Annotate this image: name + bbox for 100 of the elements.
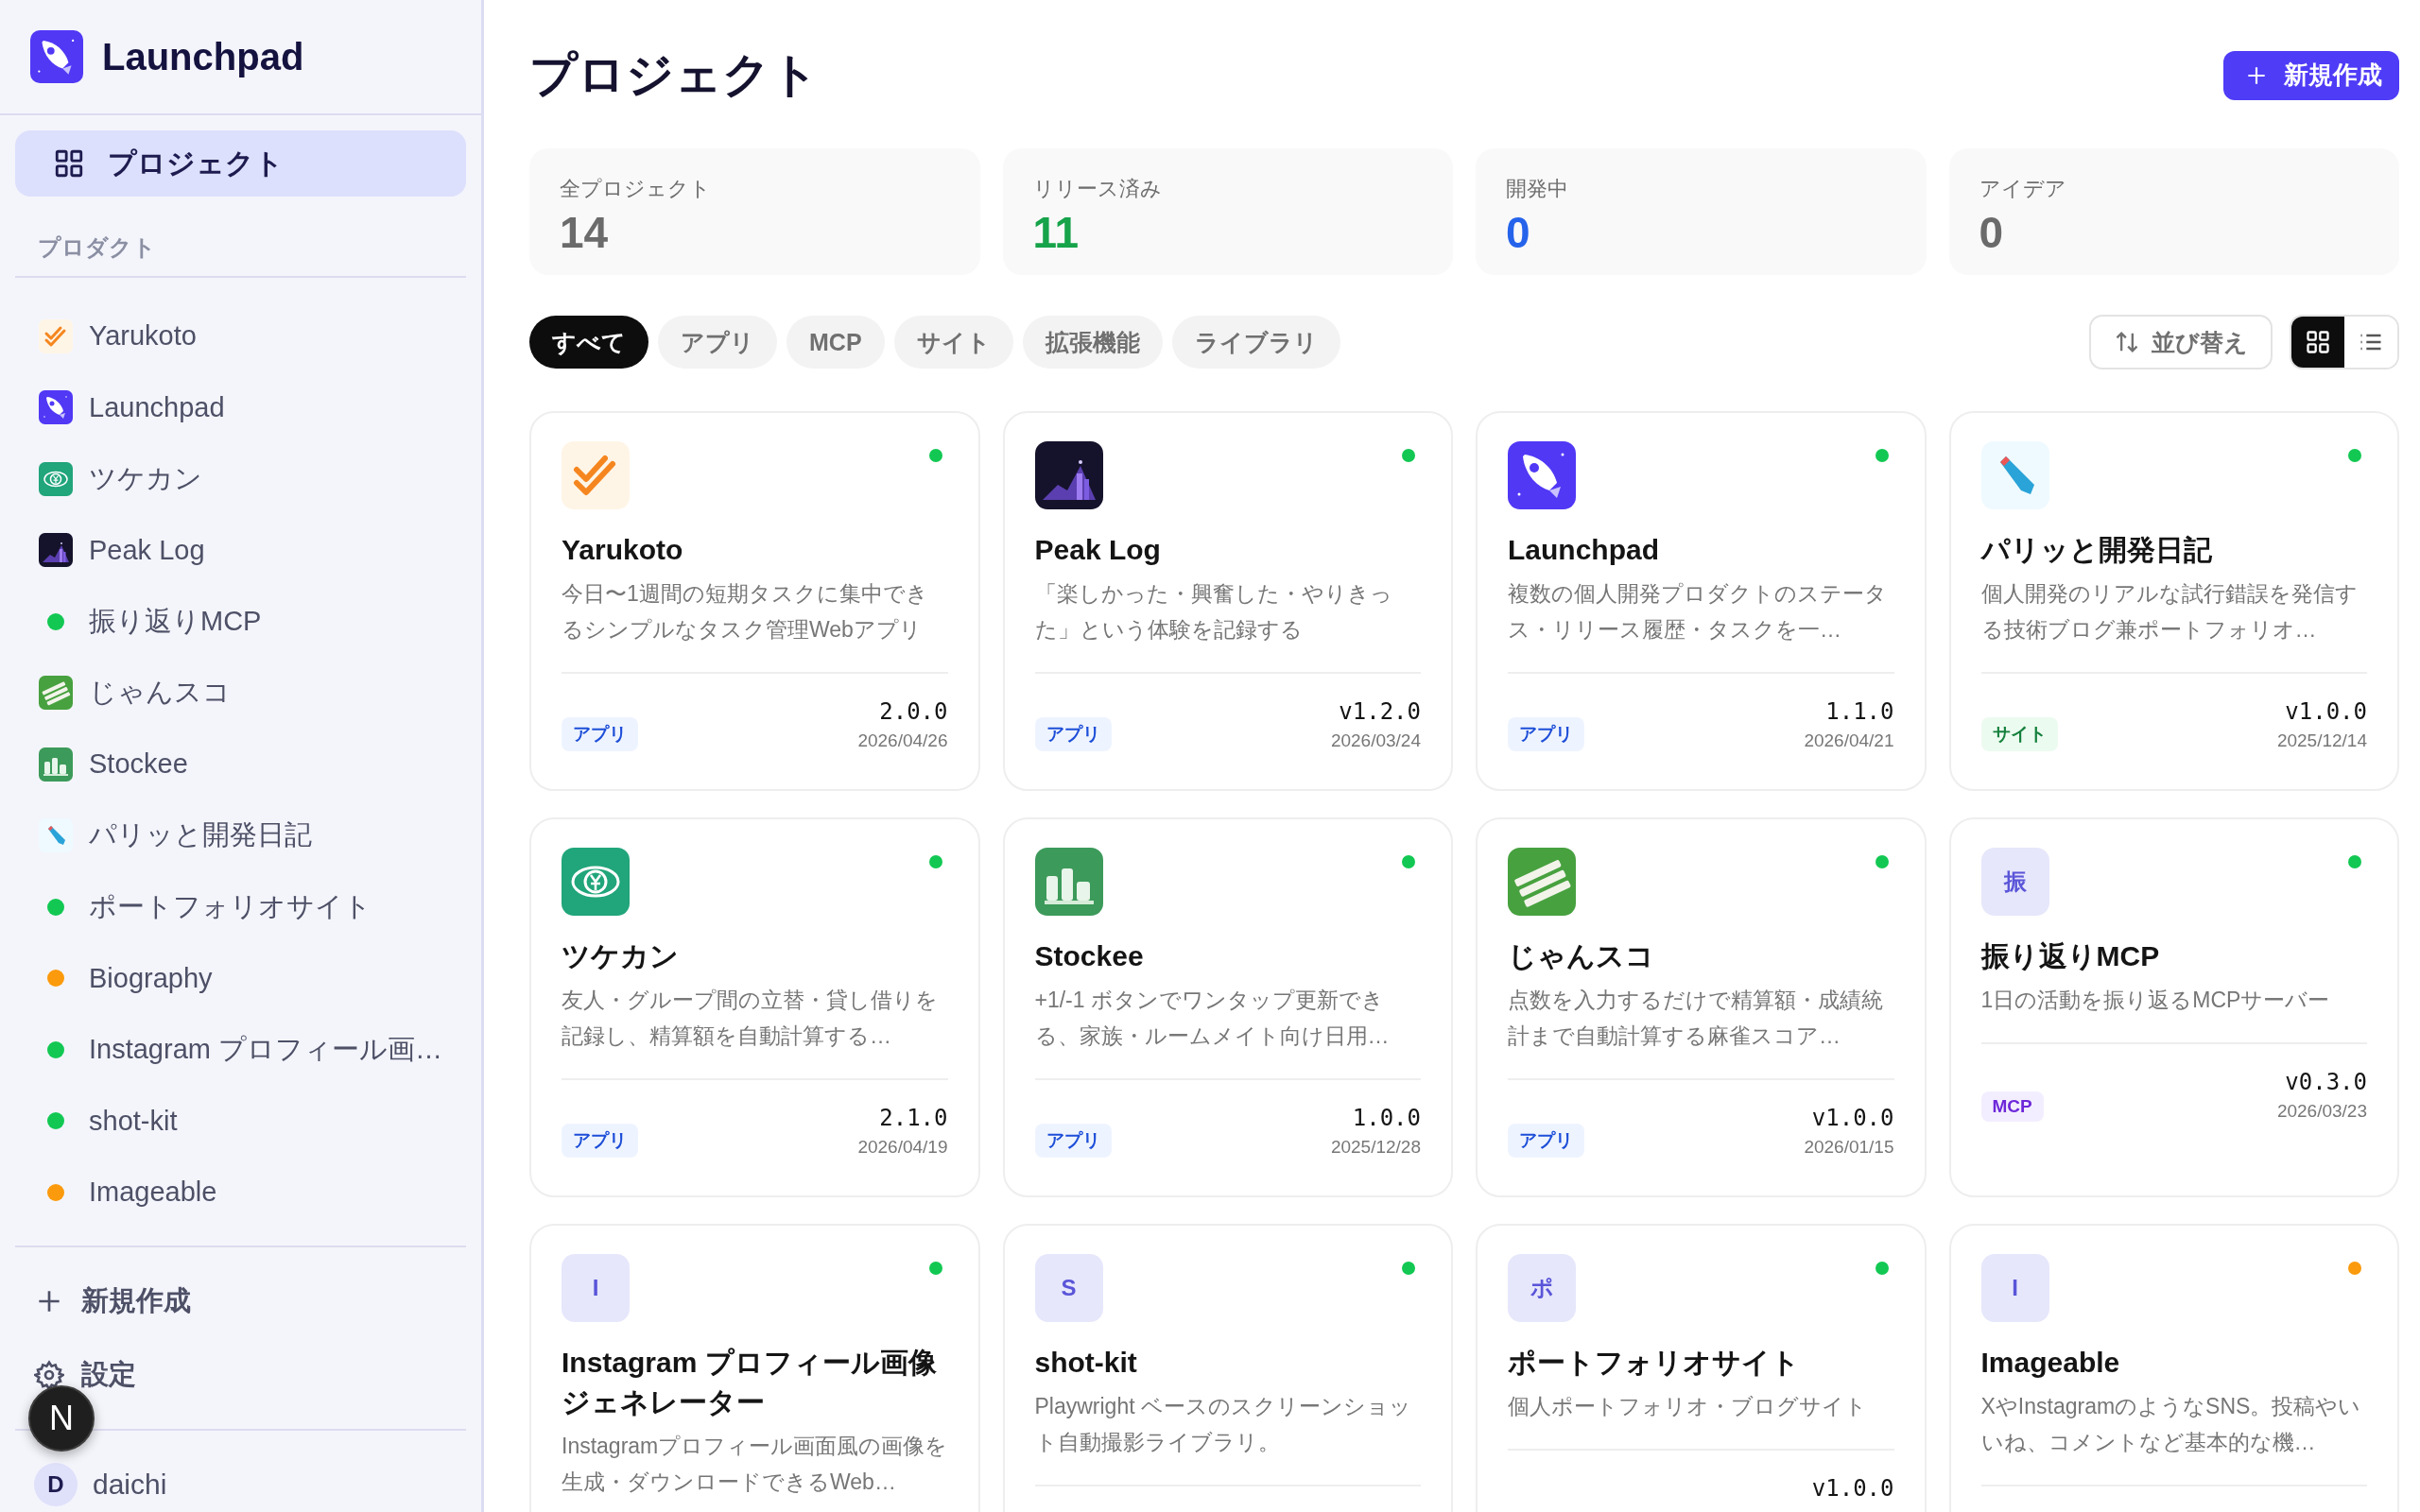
card-description: +1/-1 ボタンでワンタップ更新できる、家族・ルームメイト向け日用… [1034, 987, 1391, 1050]
yen-eye-icon [39, 461, 73, 496]
section-label: プロダクト [15, 232, 466, 278]
filter-chip[interactable]: アプリ [658, 316, 777, 369]
project-card[interactable]: パリッと開発日記 個人開発のリアルな試行錯誤を発信する技術ブログ兼ポートフォリオ… サイト v1.0.0 2025/12/14 [1948, 411, 2399, 791]
category-tag: サイト [1980, 717, 2058, 751]
filter-chip[interactable]: MCP [786, 316, 885, 369]
pencil-icon [39, 818, 73, 853]
card-description: 1日の活動を振り返るMCPサーバー [1980, 987, 2331, 1014]
grid-icon [2305, 329, 2331, 355]
card-description: Playwright ベースのスクリーンショット自動撮影ライブラリ。 [1034, 1393, 1412, 1456]
version-text: 1.1.0 [1825, 698, 1894, 725]
pencil-icon [1980, 441, 2049, 509]
sidebar-item[interactable]: ツケカン [15, 443, 466, 515]
filter-chip[interactable]: ライブラリ [1171, 316, 1340, 369]
project-card[interactable]: じゃんスコ 点数を入力するだけで精算額・成績統計まで自動計算する麻雀スコア… アプリ v1.0.0 2026/01/15 [1476, 817, 1927, 1197]
category-tag: アプリ [1508, 717, 1584, 751]
sidebar-item[interactable]: ポートフォリオサイト [15, 871, 466, 943]
page-title: プロジェクト [529, 47, 819, 103]
card-title: ポートフォリオサイト [1508, 1346, 1801, 1380]
stat-label: アイデア [1979, 176, 2067, 202]
card-title: 振り返りMCP [1980, 939, 2161, 973]
grid-icon [53, 147, 85, 180]
card-description: 点数を入力するだけで精算額・成績統計まで自動計算する麻雀スコア… [1508, 987, 1884, 1050]
card-title: Instagram プロフィール画像ジェネレーター [562, 1346, 938, 1419]
release-date: 2026/04/19 [857, 1137, 948, 1158]
project-card[interactable]: ツケカン 友人・グループ間の立替・貸し借りを記録し、精算額を自動計算する… アプリ 2.1.0 2026/04/19 [529, 817, 980, 1197]
card-title: Launchpad [1508, 533, 1660, 567]
mountain-chart-icon [39, 533, 73, 568]
sidebar-item[interactable]: パリッと開発日記 [15, 799, 466, 871]
version-text: 1.0.0 [1352, 1105, 1421, 1131]
stat-label: リリース済み [1032, 176, 1163, 202]
sidebar-item[interactable]: shot-kit [15, 1085, 466, 1157]
card-title: Imageable [1980, 1346, 2121, 1380]
sidebar-item[interactable]: Stockee [15, 729, 466, 800]
user-avatar: D [34, 1462, 78, 1506]
version-text: 2.1.0 [879, 1105, 948, 1131]
new-project-button[interactable]: 新規作成 [2223, 50, 2399, 100]
rocket-icon [39, 390, 73, 425]
card-title: Yarukoto [562, 533, 684, 567]
card-description: Instagramプロフィール画面風の画像を生成・ダウンロードできるWeb… [562, 1433, 948, 1496]
filter-chip[interactable]: すべて [529, 316, 648, 369]
version-text: v1.0.0 [1811, 1475, 1894, 1502]
sidebar-item[interactable]: Peak Log [15, 514, 466, 586]
grid-view-button[interactable] [2291, 317, 2344, 368]
stat-label: 全プロジェクト [560, 176, 712, 202]
initial-avatar: ポ [1508, 1254, 1576, 1322]
release-date: 2026/03/23 [2276, 1101, 2367, 1122]
sort-button[interactable]: 並び替え [2089, 315, 2273, 369]
sidebar-item[interactable]: 振り返りMCP [15, 586, 466, 658]
card-title: shot-kit [1034, 1346, 1138, 1380]
stat-value: 0 [1979, 207, 2005, 258]
initial-avatar: S [1034, 1254, 1103, 1322]
card-description: 個人ポートフォリオ・ブログサイト [1508, 1393, 1868, 1420]
new-project-button[interactable]: 新規作成 [15, 1263, 466, 1338]
category-tag: アプリ [562, 717, 638, 751]
sidebar-item[interactable]: Biography [15, 942, 466, 1014]
project-card[interactable]: ポ ポートフォリオサイト 個人ポートフォリオ・ブログサイト v1.0.0 [1476, 1224, 1927, 1512]
project-card[interactable]: Yarukoto 今日〜1週間の短期タスクに集中できるシンプルなタスク管理Webアプリ アプリ 2.0.0 2026/04/26 [529, 411, 980, 791]
checkmark-icon [39, 318, 73, 353]
version-text: v1.0.0 [1811, 1105, 1894, 1131]
release-date: 2025/12/28 [1330, 1137, 1421, 1158]
stat-value: 14 [560, 207, 610, 258]
stat-value: 0 [1506, 207, 1531, 258]
project-card[interactable]: S shot-kit Playwright ベースのスクリーンショット自動撮影ライブラリ。 [1002, 1224, 1453, 1512]
sidebar-item[interactable]: Imageable [15, 1157, 466, 1228]
category-tag: MCP [1980, 1091, 2044, 1122]
sticks-icon [1508, 848, 1576, 916]
version-text: 2.0.0 [879, 698, 948, 725]
project-card[interactable]: I Imageable XやInstagramのようなSNS。投稿やいいね、コメントなど基本的な機… [1948, 1224, 2399, 1512]
initial-avatar: I [1980, 1254, 2049, 1322]
user-name: daichi [93, 1468, 167, 1501]
card-title: パリッと開発日記 [1980, 533, 2213, 567]
logo-icon [30, 30, 83, 83]
card-title: ツケカン [562, 939, 680, 973]
release-date: 2026/04/21 [1804, 730, 1894, 751]
filter-chip[interactable]: 拡張機能 [1022, 316, 1163, 369]
version-text: v1.0.0 [2285, 698, 2367, 725]
card-description: 今日〜1週間の短期タスクに集中できるシンプルなタスク管理Webアプリ [562, 580, 929, 644]
category-tag: アプリ [1508, 1124, 1584, 1158]
project-card[interactable]: Stockee +1/-1 ボタンでワンタップ更新できる、家族・ルームメイト向け日用… アプリ 1.0.0 2025/12/28 [1002, 817, 1453, 1197]
category-tag: アプリ [1034, 1124, 1112, 1158]
project-card[interactable]: I Instagram プロフィール画像ジェネレーター Instagramプロフィール画面風の画像を生成・ダウンロードできるWeb… [529, 1224, 980, 1512]
sidebar-item[interactable]: Launchpad [15, 371, 466, 443]
filter-chip[interactable]: サイト [893, 316, 1013, 369]
initial-avatar: I [562, 1254, 630, 1322]
card-description: 個人開発のリアルな試行錯誤を発信する技術ブログ兼ポートフォリオ… [1980, 580, 2359, 644]
sidebar-item[interactable]: Instagram プロフィール画… [15, 1014, 466, 1086]
project-card[interactable]: Launchpad 複数の個人開発プロダクトのステータス・リリース履歴・タスクを一… アプリ 1.1.0 2026/04/21 [1476, 411, 1927, 791]
project-card[interactable]: Peak Log 「楽しかった・興奮した・やりきった」という体験を記録する アプリ v1.2.0 2026/03/24 [1002, 411, 1453, 791]
card-title: Peak Log [1034, 533, 1162, 567]
sticks-icon [39, 676, 73, 711]
project-card[interactable]: 振 振り返りMCP 1日の活動を振り返るMCPサーバー MCP v0.3.0 2026/03/23 [1948, 817, 2399, 1197]
card-description: 友人・グループ間の立替・貸し借りを記録し、精算額を自動計算する… [562, 987, 939, 1050]
sidebar-item[interactable]: Yarukoto [15, 301, 466, 372]
nav-item[interactable]: プロジェクト [15, 130, 466, 197]
version-text: v0.3.0 [2285, 1069, 2367, 1095]
card-description: 「楽しかった・興奮した・やりきった」という体験を記録する [1034, 580, 1393, 644]
sidebar-item[interactable]: じゃんスコ [15, 657, 466, 729]
app-name: Launchpad [102, 35, 304, 78]
